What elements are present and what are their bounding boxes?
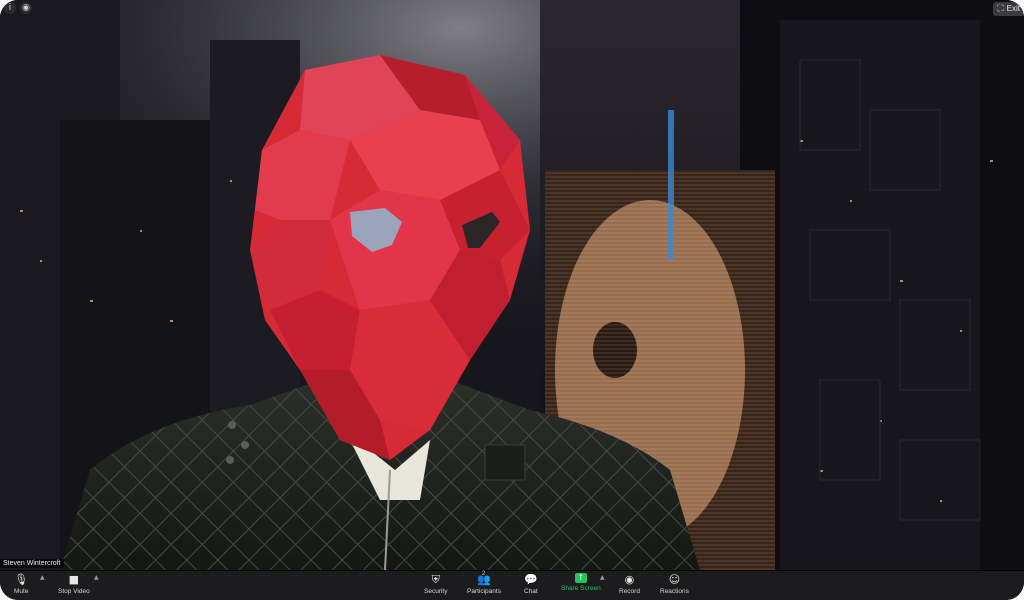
exit-fullscreen-button[interactable]: ⛶ Exit [993, 2, 1024, 16]
share-screen-label: Share Screen [561, 585, 601, 592]
smiley-icon: ☺ [668, 573, 681, 586]
share-screen-button[interactable]: ↑ Share Screen [561, 573, 601, 592]
shield-status-icon[interactable]: ◉ [20, 2, 32, 14]
participants-count: 2 [482, 571, 486, 577]
stop-video-button[interactable]: ■ Stop Video [58, 573, 90, 595]
participants-button[interactable]: 👥 2 Participants [467, 571, 501, 595]
exit-label: Exit [1006, 4, 1020, 13]
participant-name-tag: Steven Wintercroft [0, 559, 64, 568]
record-icon: ◉ [624, 573, 635, 586]
share-options-caret[interactable]: ▲ [600, 574, 605, 581]
microphone-icon: 🎙 [14, 573, 29, 586]
security-button[interactable]: ⛨ Security [424, 573, 447, 595]
fullscreen-icon: ⛶ [997, 4, 1004, 14]
shield-icon: ⛨ [431, 573, 440, 586]
chat-label: Chat [524, 588, 538, 595]
video-feed: i ◉ ⛶ Exit Steven Wintercroft [0, 0, 1024, 570]
record-button[interactable]: ◉ Record [619, 573, 640, 595]
virtual-background-scene [0, 0, 1024, 570]
security-label: Security [424, 588, 448, 595]
mute-label: Mute [14, 588, 29, 595]
zoom-meeting-window: i ◉ ⛶ Exit Steven Wintercroft 🎙 Mute ▲ ■… [0, 0, 1024, 600]
audio-options-caret[interactable]: ▲ [40, 574, 45, 581]
share-screen-icon: ↑ [574, 573, 587, 583]
window-controls: i ◉ [4, 2, 32, 14]
chat-button[interactable]: 💬 Chat [524, 573, 538, 595]
mute-button[interactable]: 🎙 Mute [14, 573, 28, 595]
record-label: Record [619, 588, 640, 595]
participants-label: Participants [467, 588, 501, 595]
reactions-button[interactable]: ☺ Reactions [660, 573, 689, 595]
info-icon[interactable]: i [4, 2, 16, 14]
reactions-label: Reactions [660, 588, 689, 595]
video-options-caret[interactable]: ▲ [94, 574, 99, 581]
stop-video-label: Stop Video [58, 588, 90, 595]
video-camera-icon: ■ [68, 573, 80, 586]
meeting-toolbar: 🎙 Mute ▲ ■ Stop Video ▲ ⛨ Security 👥 2 P… [0, 570, 1024, 600]
speech-bubble-icon: 💬 [524, 573, 538, 586]
